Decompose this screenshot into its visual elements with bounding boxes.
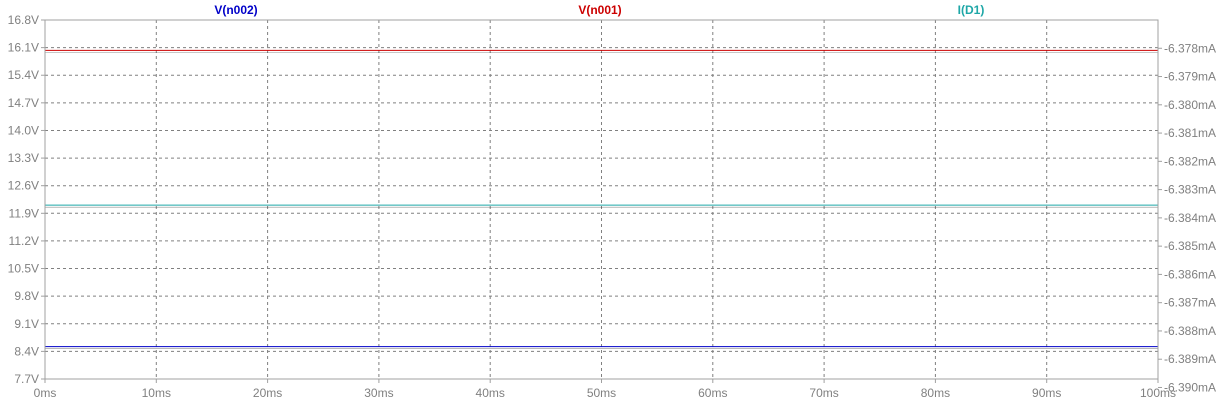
y-left-tick-label: 8.4V (14, 344, 39, 358)
y-left-tick-label: 11.9V (9, 206, 39, 220)
y-right-tick-label: -6.383mA (1164, 183, 1216, 197)
legend-entry: V(n002) (214, 3, 257, 17)
y-left-tick-label: 16.1V (8, 41, 39, 55)
waveform-plot[interactable]: 16.8V 16.1V 15.4V 14.7V 14.0V 13.3V 12.6V 11.9V… (0, 0, 1228, 406)
y-right-tick-label: -6.380mA (1164, 98, 1216, 112)
x-tick-label: 0ms (34, 386, 57, 400)
grid (45, 20, 1158, 379)
x-tick-label: 40ms (476, 386, 505, 400)
x-tick-label: 70ms (809, 386, 838, 400)
x-tick-label: 60ms (698, 386, 727, 400)
legend-entry: I(D1) (958, 3, 985, 17)
y-left-tick-label: 9.1V (14, 317, 39, 331)
x-axis-labels: 0ms 10ms 20ms 30ms 40ms 50ms 60ms 70ms 80ms 90ms 1… (34, 386, 1176, 400)
y-left-tick-label: 10.5V (8, 262, 39, 276)
x-tick-label: 10ms (142, 386, 171, 400)
y-right-tick-label: -6.381mA (1164, 126, 1216, 140)
y-left-tick-label: 12.6V (8, 179, 39, 193)
x-tick-label: 80ms (921, 386, 950, 400)
y-left-tick-label: 7.7V (14, 372, 39, 386)
y-right-tick-label: -6.388mA (1164, 324, 1216, 338)
x-tick-label: 30ms (364, 386, 393, 400)
y-right-tick-label: -6.379mA (1164, 70, 1216, 84)
y-left-tick-label: 15.4V (8, 68, 39, 82)
y-left-tick-label: 16.8V (8, 13, 39, 27)
y-right-tick-label: -6.389mA (1164, 352, 1216, 366)
y-right-tick-label: -6.384mA (1164, 211, 1216, 225)
y-left-tick-label: 11.2V (9, 234, 39, 248)
legend-entry: V(n001) (578, 3, 621, 17)
y-right-tick-label: -6.378mA (1164, 41, 1216, 55)
legend: V(n002) V(n001) I(D1) (214, 3, 984, 17)
y-axis-left-labels: 16.8V 16.1V 15.4V 14.7V 14.0V 13.3V 12.6V 11.9V… (8, 13, 39, 386)
y-axis-right-labels: -6.378mA -6.379mA -6.380mA -6.381mA -6.382mA… (1164, 41, 1216, 394)
x-tick-label: 50ms (587, 386, 616, 400)
y-left-tick-label: 14.7V (8, 96, 39, 110)
y-left-tick-label: 9.8V (14, 289, 39, 303)
y-left-tick-label: 13.3V (8, 151, 39, 165)
plot-border (44, 19, 1159, 380)
y-right-tick-label: -6.387mA (1164, 296, 1216, 310)
x-tick-label: 20ms (253, 386, 282, 400)
y-left-tick-label: 14.0V (8, 123, 39, 137)
x-tick-label: 100ms (1140, 386, 1176, 400)
y-right-tick-label: -6.385mA (1164, 239, 1216, 253)
y-right-tick-label: -6.386mA (1164, 267, 1216, 281)
x-tick-label: 90ms (1032, 386, 1061, 400)
y-right-tick-label: -6.382mA (1164, 154, 1216, 168)
